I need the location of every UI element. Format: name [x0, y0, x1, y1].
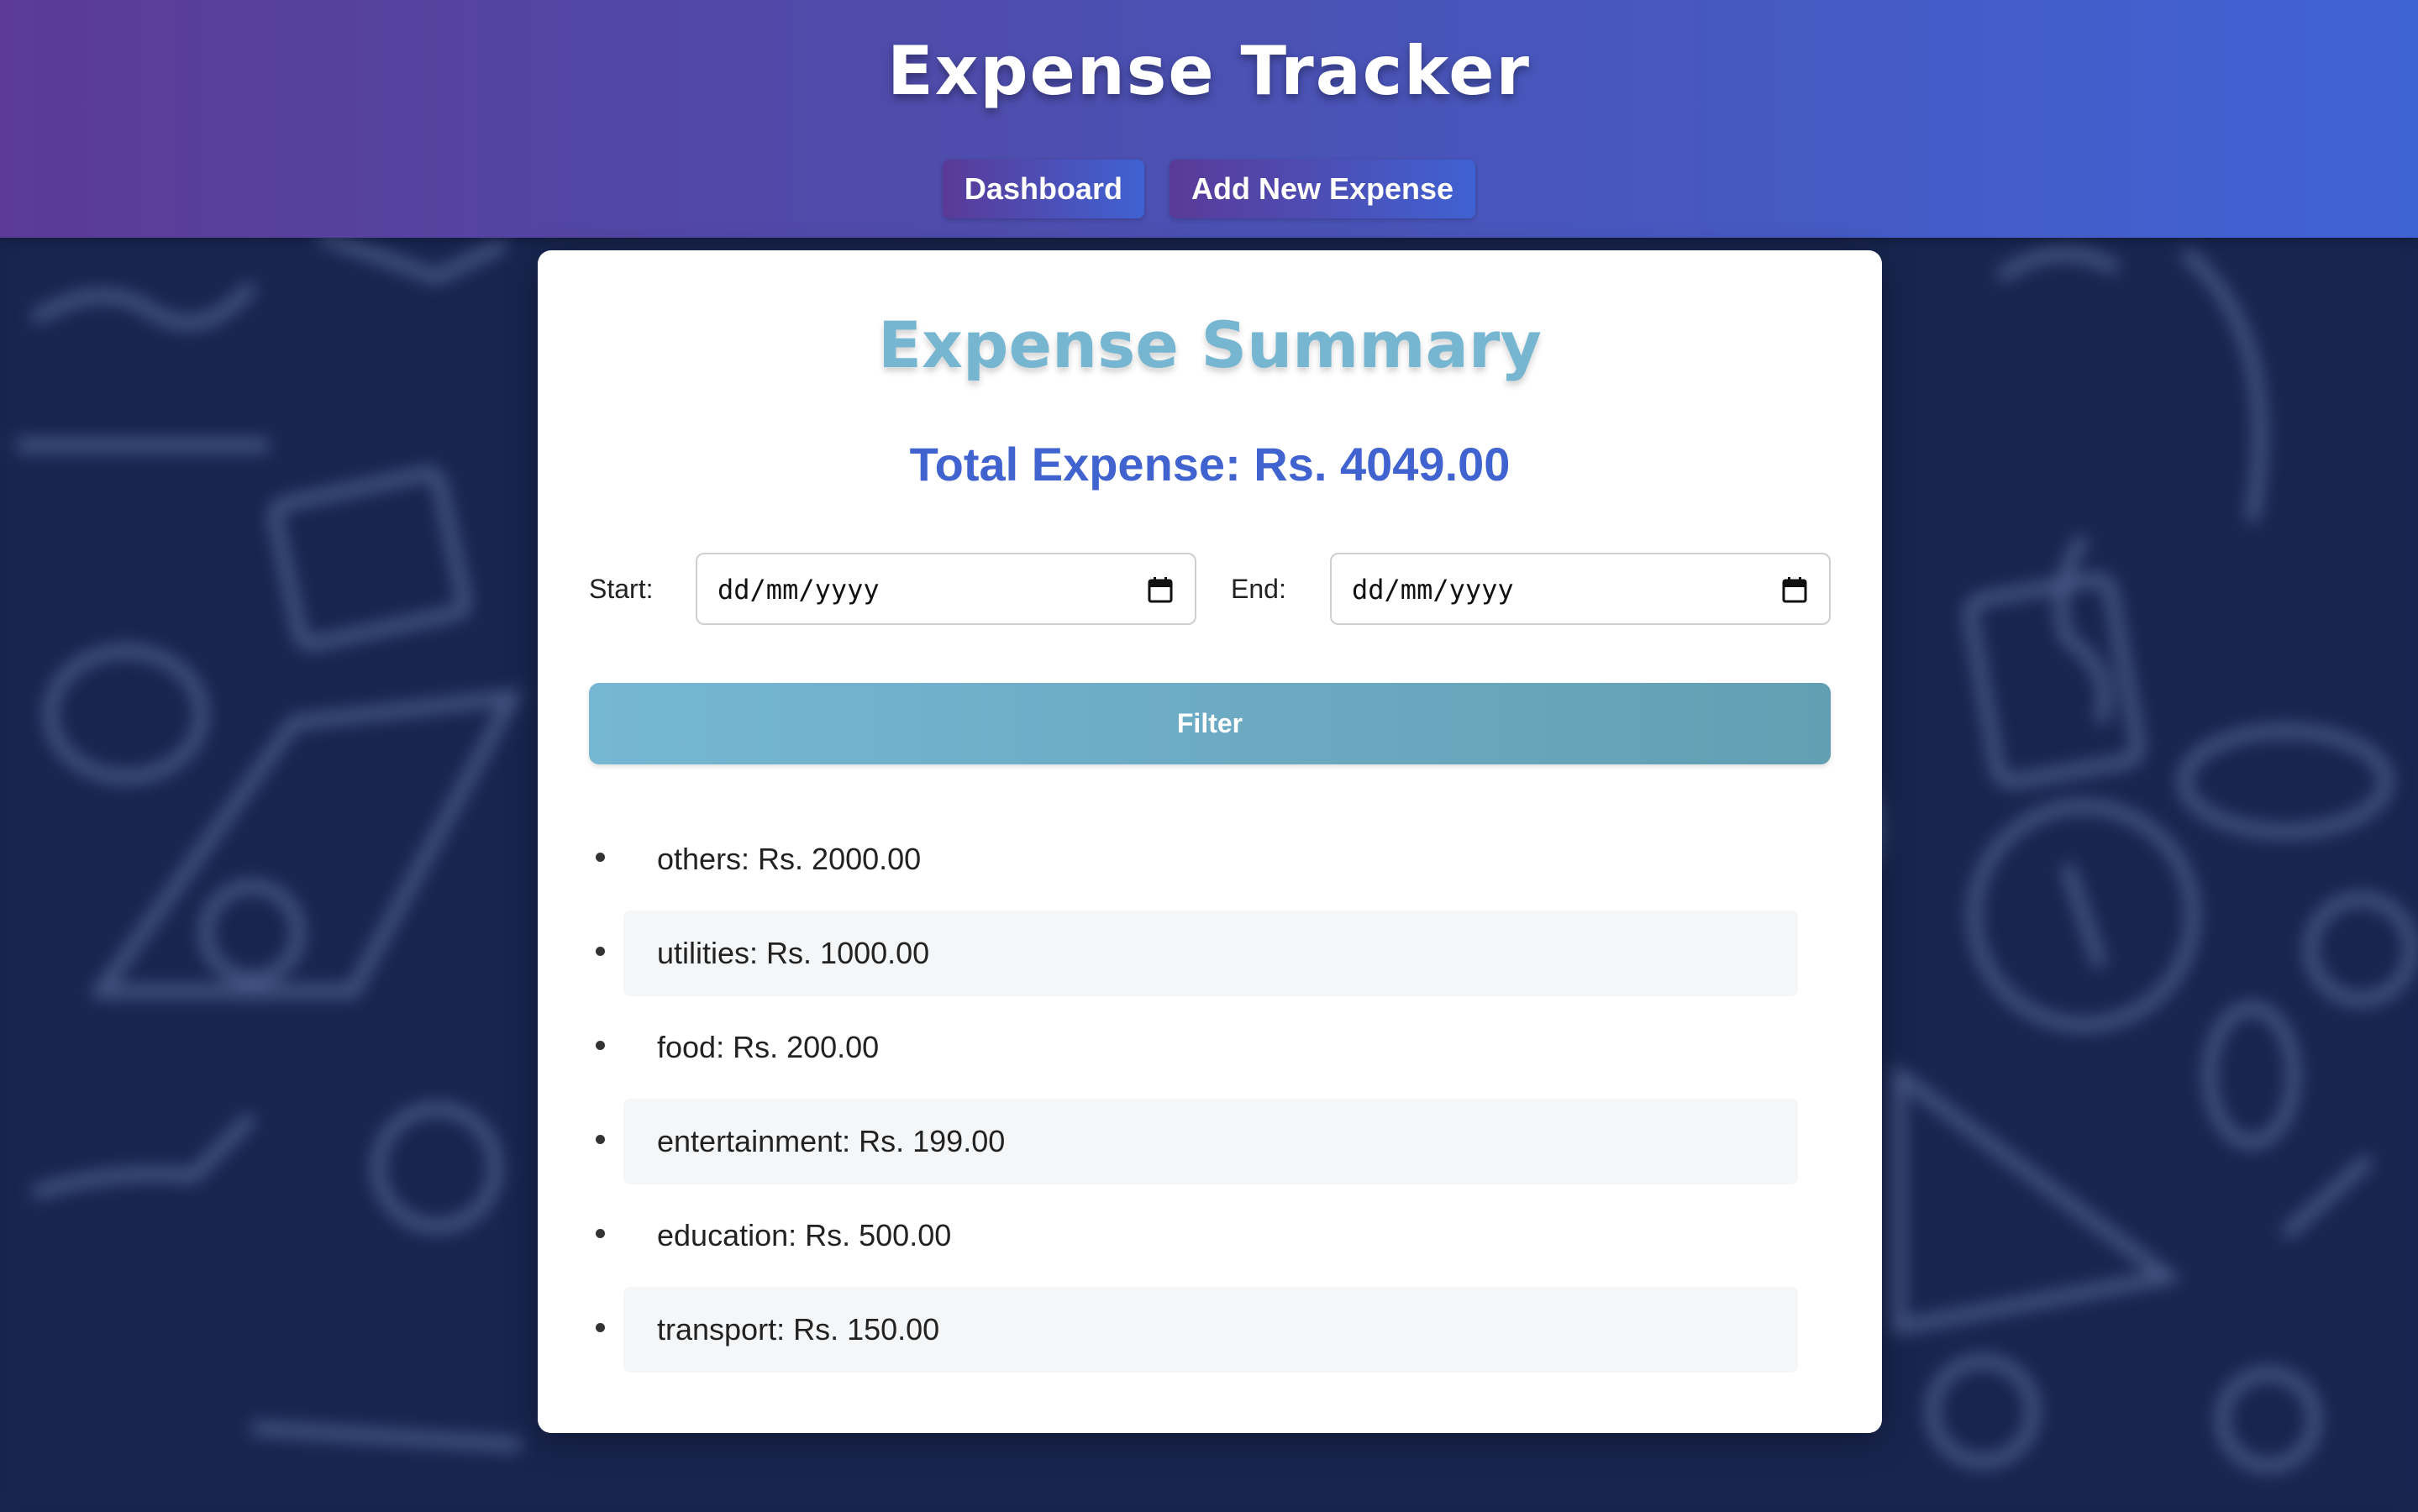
category-text: others: Rs. 2000.00 — [657, 842, 922, 876]
start-date-label: Start: — [589, 574, 654, 604]
bullet-icon — [596, 853, 605, 862]
add-new-expense-button[interactable]: Add New Expense — [1169, 160, 1476, 218]
category-text: education: Rs. 500.00 — [657, 1218, 952, 1252]
bullet-icon — [596, 1041, 605, 1050]
end-date-label: End: — [1231, 574, 1286, 604]
start-date-input[interactable]: dd/mm/yyyy — [696, 553, 1196, 625]
summary-title: Expense Summary — [878, 307, 1542, 382]
list-item: food: Rs. 200.00 — [596, 1005, 1798, 1090]
list-item: others: Rs. 2000.00 — [596, 816, 1798, 902]
app-header: Expense Tracker Dashboard Add New Expens… — [0, 0, 2418, 238]
end-date-value: dd/mm/yyyy — [1352, 574, 1514, 606]
list-item: entertainment: Rs. 199.00 — [596, 1099, 1798, 1184]
category-text: food: Rs. 200.00 — [657, 1030, 880, 1064]
expense-summary-card: Expense Summary Total Expense: Rs. 4049.… — [538, 250, 1882, 1433]
category-text: transport: Rs. 150.00 — [657, 1312, 940, 1347]
calendar-icon[interactable] — [1148, 576, 1173, 603]
bullet-icon — [596, 1135, 605, 1144]
end-date-input[interactable]: dd/mm/yyyy — [1330, 553, 1831, 625]
list-item: transport: Rs. 150.00 — [596, 1287, 1798, 1373]
bullet-icon — [596, 947, 605, 956]
total-expense: Total Expense: Rs. 4049.00 — [909, 438, 1511, 491]
app-title: Expense Tracker — [887, 32, 1531, 110]
list-item: utilities: Rs. 1000.00 — [596, 911, 1798, 996]
bullet-icon — [596, 1323, 605, 1332]
start-date-value: dd/mm/yyyy — [718, 574, 880, 606]
calendar-icon[interactable] — [1782, 576, 1807, 603]
date-filter-row: Start: dd/mm/yyyy End: dd/mm/yyyy — [589, 553, 1831, 625]
category-list: others: Rs. 2000.00 utilities: Rs. 1000.… — [596, 816, 1798, 1381]
category-text: utilities: Rs. 1000.00 — [657, 936, 930, 970]
list-item: education: Rs. 500.00 — [596, 1193, 1798, 1278]
main-nav: Dashboard Add New Expense — [0, 160, 2418, 218]
category-text: entertainment: Rs. 199.00 — [657, 1124, 1006, 1158]
filter-button[interactable]: Filter — [589, 683, 1831, 764]
bullet-icon — [596, 1229, 605, 1238]
dashboard-button[interactable]: Dashboard — [942, 160, 1144, 218]
